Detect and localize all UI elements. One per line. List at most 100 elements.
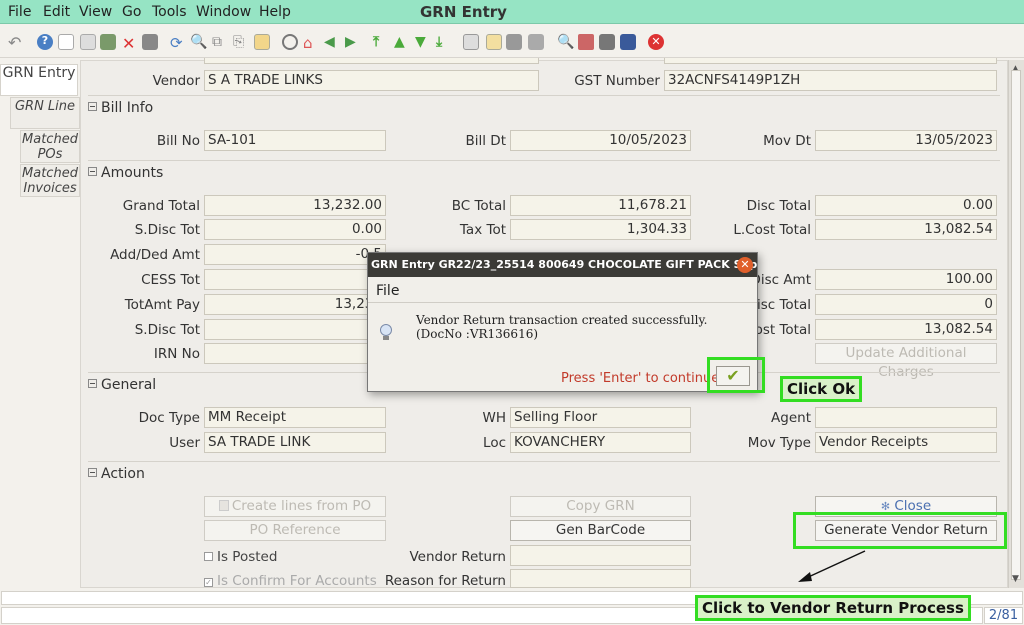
product-info-icon[interactable]: [599, 34, 615, 50]
disc-total-field[interactable]: 0.00: [815, 195, 997, 216]
vertical-scrollbar[interactable]: ▲ ▼: [1008, 60, 1024, 588]
history-icon[interactable]: ⧉: [212, 34, 228, 50]
notes-icon[interactable]: [486, 34, 502, 50]
help-icon[interactable]: ?: [37, 34, 53, 50]
sdisc-tot2-field[interactable]: [204, 319, 386, 340]
section-bill-info[interactable]: Bill Info: [88, 100, 153, 116]
forward-icon[interactable]: ▶: [345, 34, 361, 50]
info-dialog: GRN Entry GR22/23_25514 800649 CHOCOLATE…: [367, 252, 758, 392]
add-ded-field[interactable]: -0.5: [204, 244, 386, 265]
detail-icon[interactable]: [463, 34, 479, 50]
vendor-field[interactable]: S A TRADE LINKS: [204, 70, 539, 91]
window-icon[interactable]: [620, 34, 636, 50]
next-icon[interactable]: ▼: [415, 34, 431, 50]
reason-for-return-field[interactable]: [510, 569, 691, 588]
section-amounts[interactable]: Amounts: [88, 165, 163, 181]
scroll-thumb[interactable]: [1011, 70, 1021, 580]
user-field[interactable]: SA TRADE LINK: [204, 432, 386, 453]
mov-dt-field[interactable]: 13/05/2023: [815, 130, 997, 151]
delete-icon[interactable]: ✕: [122, 34, 138, 53]
new-icon[interactable]: [58, 34, 74, 50]
collapse-icon[interactable]: [88, 167, 97, 176]
gen-barcode-button[interactable]: Gen BarCode: [510, 520, 691, 541]
tab-matched-pos[interactable]: Matched POs: [20, 130, 80, 163]
checkbox-box[interactable]: [204, 552, 213, 561]
tab-grn-line[interactable]: GRN Line: [10, 97, 80, 129]
mov-type-field[interactable]: Vendor Receipts: [815, 432, 997, 453]
checkbox-box[interactable]: ✓: [204, 578, 213, 587]
attach-icon[interactable]: ⎘: [233, 34, 249, 50]
tab-matched-invoices[interactable]: Matched Invoices: [20, 164, 80, 197]
press-enter-text: Press 'Enter' to continue: [561, 371, 720, 386]
workflow-icon[interactable]: [578, 34, 594, 50]
ok-highlight: [707, 357, 765, 393]
grand-total-label: Grand Total: [122, 198, 200, 214]
wh-field[interactable]: Selling Floor: [510, 407, 691, 428]
grand-total-field[interactable]: 13,232.00: [204, 195, 386, 216]
exit-icon[interactable]: ✕: [648, 34, 664, 50]
disc-amt-field[interactable]: 100.00: [815, 269, 997, 290]
doc-type-field[interactable]: MM Receipt: [204, 407, 386, 428]
collapse-icon[interactable]: [88, 468, 97, 477]
report-icon[interactable]: [254, 34, 270, 50]
section-general[interactable]: General: [88, 377, 156, 393]
gst-field[interactable]: 32ACNFS4149P1ZH: [664, 70, 997, 91]
refresh-icon[interactable]: ⟳: [170, 34, 186, 52]
archive-icon[interactable]: [282, 34, 298, 50]
bc-total-field[interactable]: 11,678.21: [510, 195, 691, 216]
tax-tot-field[interactable]: 1,304.33: [510, 219, 691, 240]
totamt-pay-field[interactable]: 13,232: [204, 294, 386, 315]
close-icon[interactable]: ✕: [737, 257, 753, 273]
copy-doc-icon: [218, 500, 229, 511]
copy-icon[interactable]: [80, 34, 96, 50]
section-title: Amounts: [101, 165, 164, 181]
po-reference-button[interactable]: PO Reference: [204, 520, 386, 541]
is-posted-checkbox[interactable]: Is Posted: [204, 549, 277, 565]
home-icon[interactable]: ⌂: [303, 34, 319, 52]
first-icon[interactable]: ⤒: [373, 34, 389, 50]
cess-tot-field[interactable]: 0: [204, 269, 386, 290]
scroll-down-icon[interactable]: ▼: [1012, 574, 1019, 584]
undo-icon[interactable]: ↶: [8, 33, 24, 52]
lcost-total-field[interactable]: 13,082.54: [815, 219, 997, 240]
bill-no-field[interactable]: SA-101: [204, 130, 386, 151]
save-disk-icon[interactable]: [142, 34, 158, 50]
menu-edit[interactable]: Edit: [43, 4, 70, 20]
print-icon[interactable]: [528, 34, 544, 50]
menu-view[interactable]: View: [79, 4, 112, 20]
cost-total-field[interactable]: 13,082.54: [815, 319, 997, 340]
last-icon[interactable]: ⤓: [436, 34, 452, 50]
print-preview-icon[interactable]: [506, 34, 522, 50]
tab-grn-entry[interactable]: GRN Entry: [0, 64, 78, 96]
dialog-message: Vendor Return transaction created succes…: [416, 313, 707, 341]
loc-label: Loc: [483, 435, 506, 451]
section-action[interactable]: Action: [88, 466, 145, 482]
back-icon[interactable]: ◀: [324, 34, 340, 50]
is-confirm-checkbox[interactable]: ✓ Is Confirm For Accounts: [204, 573, 377, 589]
wh-label: WH: [482, 410, 507, 426]
menu-go[interactable]: Go: [122, 4, 141, 20]
zoom-icon[interactable]: 🔍: [557, 34, 574, 50]
section-title: Bill Info: [101, 100, 154, 116]
vendor-return-field[interactable]: [510, 545, 691, 566]
disc-total2-field[interactable]: 0: [815, 294, 997, 315]
agent-field[interactable]: [815, 407, 997, 428]
divider: [88, 461, 1000, 462]
update-additional-charges-button[interactable]: Update Additional Charges: [815, 343, 997, 380]
menu-help[interactable]: Help: [259, 4, 291, 20]
previous-icon[interactable]: ▲: [394, 34, 410, 50]
menu-file[interactable]: File: [8, 4, 31, 20]
copy-grn-button[interactable]: Copy GRN: [510, 496, 691, 517]
collapse-icon[interactable]: [88, 102, 97, 111]
irn-no-field[interactable]: [204, 343, 386, 364]
find-icon[interactable]: 🔍: [190, 34, 207, 50]
collapse-icon[interactable]: [88, 379, 97, 388]
loc-field[interactable]: KOVANCHERY: [510, 432, 691, 453]
sdisc-tot-field[interactable]: 0.00: [204, 219, 386, 240]
save-icon[interactable]: [100, 34, 116, 50]
dialog-menu-file[interactable]: File: [376, 283, 399, 299]
menu-window[interactable]: Window: [196, 4, 251, 20]
bill-dt-field[interactable]: 10/05/2023: [510, 130, 691, 151]
menu-tools[interactable]: Tools: [152, 4, 187, 20]
create-lines-from-po-button[interactable]: Create lines from PO: [204, 496, 386, 517]
